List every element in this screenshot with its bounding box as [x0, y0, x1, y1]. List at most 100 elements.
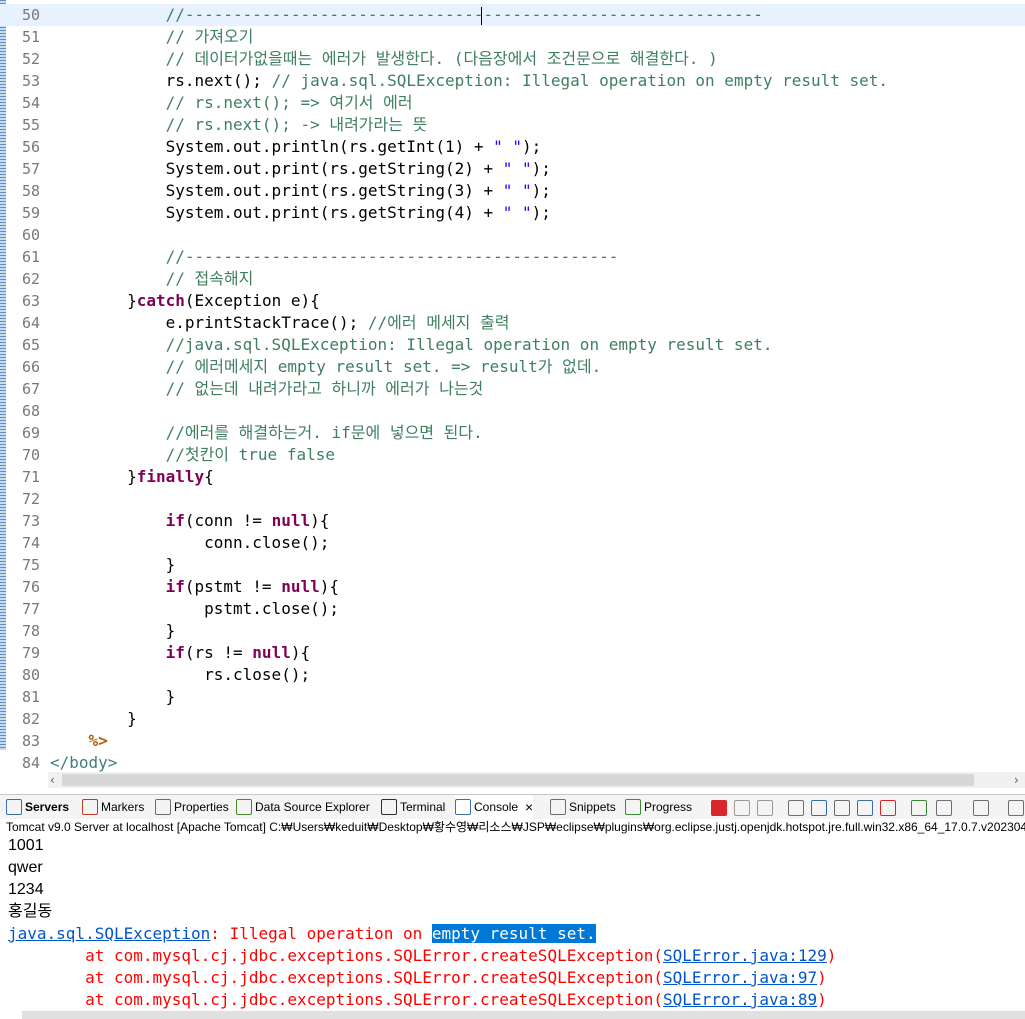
code-line[interactable]: 77 pstmt.close(); — [0, 598, 1025, 620]
tab-terminal[interactable]: Terminal — [381, 795, 445, 819]
code-line[interactable]: 66 // 에러메세지 empty result set. => result가… — [0, 356, 1025, 378]
show-console-on-error-icon[interactable] — [880, 800, 896, 816]
scroll-lock-icon[interactable] — [811, 800, 827, 816]
code-text[interactable]: if(rs != null){ — [50, 642, 311, 664]
code-line[interactable]: 76 if(pstmt != null){ — [0, 576, 1025, 598]
close-icon[interactable]: × — [525, 795, 533, 819]
code-text[interactable]: // 가져오기 — [50, 26, 254, 48]
code-text[interactable]: rs.next(); // java.sql.SQLException: Ill… — [50, 70, 888, 92]
code-text[interactable]: //--------------------------------------… — [50, 4, 763, 26]
code-text[interactable]: //에러를 해결하는거. if문에 넣으면 된다. — [50, 422, 483, 444]
code-text[interactable]: pstmt.close(); — [50, 598, 339, 620]
code-text[interactable]: } — [50, 686, 176, 708]
code-line[interactable]: 80 rs.close(); — [0, 664, 1025, 686]
code-text[interactable]: e.printStackTrace(); //에러 메세지 출력 — [50, 312, 510, 334]
code-text[interactable]: System.out.print(rs.getString(4) + " "); — [50, 202, 551, 224]
code-line[interactable]: 74 conn.close(); — [0, 532, 1025, 554]
code-line[interactable]: 61 //-----------------------------------… — [0, 246, 1025, 268]
remove-all-icon[interactable] — [757, 800, 773, 816]
code-line[interactable]: 84 </body> — [0, 752, 1025, 772]
word-wrap-icon[interactable] — [834, 800, 850, 816]
code-text[interactable]: %> — [50, 730, 108, 752]
code-line[interactable]: 67 // 없는데 내려가라고 하니까 에러가 나는것 — [0, 378, 1025, 400]
show-console-on-output-icon[interactable] — [857, 800, 873, 816]
code-text[interactable]: System.out.print(rs.getString(3) + " "); — [50, 180, 551, 202]
code-text[interactable]: conn.close(); — [50, 532, 329, 554]
code-text[interactable]: // 에러메세지 empty result set. => result가 없데… — [50, 356, 602, 378]
code-text[interactable]: rs.close(); — [50, 664, 310, 686]
code-text[interactable]: //첫칸이 true false — [50, 444, 335, 466]
code-text[interactable]: } — [50, 708, 137, 730]
console-output[interactable]: 1001 qwer 1234 홍길동 java.sql.SQLException: Il… — [8, 835, 1025, 1011]
code-line[interactable]: 54 // rs.next(); => 여기서 에러 — [0, 92, 1025, 114]
code-text[interactable]: //java.sql.SQLException: Illegal operati… — [50, 334, 773, 356]
code-line[interactable]: 50 //-----------------------------------… — [0, 4, 1025, 26]
code-text[interactable]: </body> — [50, 752, 117, 772]
open-console-icon[interactable] — [973, 800, 989, 816]
code-line[interactable]: 62 // 접속해지 — [0, 268, 1025, 290]
code-text[interactable]: }catch(Exception e){ — [50, 290, 320, 312]
code-line[interactable]: 57 System.out.print(rs.getString(2) + " … — [0, 158, 1025, 180]
code-line[interactable]: 71 }finally{ — [0, 466, 1025, 488]
stack-frame-link[interactable]: SQLError.java:129 — [663, 946, 827, 965]
tab-progress[interactable]: Progress — [625, 795, 692, 819]
view-menu-icon[interactable] — [1008, 800, 1024, 816]
code-line[interactable]: 81 } — [0, 686, 1025, 708]
tab-console[interactable]: Console × — [455, 795, 534, 819]
code-line[interactable]: 51 // 가져오기 — [0, 26, 1025, 48]
code-text[interactable]: // 데이터가없을때는 에러가 발생한다. (다음장에서 조건문으로 해결한다.… — [50, 48, 718, 70]
code-line[interactable]: 68 — [0, 400, 1025, 422]
pin-console-icon[interactable] — [911, 800, 927, 816]
scrollbar-thumb[interactable] — [62, 774, 974, 786]
tab-markers[interactable]: Markers — [82, 795, 144, 819]
exception-class-link[interactable]: java.sql.SQLException — [8, 924, 210, 943]
code-line[interactable]: 70 //첫칸이 true false — [0, 444, 1025, 466]
stack-frame-link[interactable]: SQLError.java:89 — [663, 990, 817, 1009]
code-text[interactable]: System.out.println(rs.getInt(1) + " "); — [50, 136, 542, 158]
remove-launch-icon[interactable] — [734, 800, 750, 816]
tab-snippets[interactable]: Snippets — [550, 795, 616, 819]
code-line[interactable]: 58 System.out.print(rs.getString(3) + " … — [0, 180, 1025, 202]
code-text[interactable]: // rs.next(); => 여기서 에러 — [50, 92, 413, 114]
editor-lines[interactable]: 50 //-----------------------------------… — [0, 4, 1025, 772]
tab-properties[interactable]: Properties — [155, 795, 229, 819]
clear-console-icon[interactable] — [788, 800, 804, 816]
code-text[interactable]: // 없는데 내려가라고 하니까 에러가 나는것 — [50, 378, 484, 400]
code-text[interactable]: System.out.print(rs.getString(2) + " "); — [50, 158, 551, 180]
code-line[interactable]: 53 rs.next(); // java.sql.SQLException: … — [0, 70, 1025, 92]
console-horizontal-scrollbar[interactable] — [22, 1011, 1025, 1019]
code-text[interactable]: } — [50, 554, 176, 576]
code-line[interactable]: 79 if(rs != null){ — [0, 642, 1025, 664]
code-line[interactable]: 59 System.out.print(rs.getString(4) + " … — [0, 202, 1025, 224]
display-console-icon[interactable] — [936, 800, 952, 816]
code-line[interactable]: 83 %> — [0, 730, 1025, 752]
code-text[interactable]: // 접속해지 — [50, 268, 254, 290]
code-text[interactable]: if(pstmt != null){ — [50, 576, 339, 598]
selected-text[interactable]: empty result set. — [431, 924, 596, 943]
code-text[interactable]: if(conn != null){ — [50, 510, 330, 532]
editor-horizontal-scrollbar[interactable]: ‹ › — [48, 772, 1025, 788]
code-line[interactable]: 63 }catch(Exception e){ — [0, 290, 1025, 312]
code-line[interactable]: 55 // rs.next(); -> 내려가라는 뜻 — [0, 114, 1025, 136]
scroll-right-icon[interactable]: › — [1014, 772, 1019, 788]
code-line[interactable]: 64 e.printStackTrace(); //에러 메세지 출력 — [0, 312, 1025, 334]
code-text[interactable]: } — [50, 620, 176, 642]
code-line[interactable]: 52 // 데이터가없을때는 에러가 발생한다. (다음장에서 조건문으로 해결… — [0, 48, 1025, 70]
terminate-icon[interactable] — [711, 800, 727, 816]
tab-data-source-explorer[interactable]: Data Source Explorer — [236, 795, 370, 819]
code-text[interactable]: // rs.next(); -> 내려가라는 뜻 — [50, 114, 428, 136]
code-line[interactable]: 78 } — [0, 620, 1025, 642]
scroll-left-icon[interactable]: ‹ — [50, 772, 55, 788]
code-line[interactable]: 56 System.out.println(rs.getInt(1) + " "… — [0, 136, 1025, 158]
code-line[interactable]: 60 — [0, 224, 1025, 246]
code-line[interactable]: 72 — [0, 488, 1025, 510]
code-line[interactable]: 73 if(conn != null){ — [0, 510, 1025, 532]
code-line[interactable]: 82 } — [0, 708, 1025, 730]
code-editor[interactable]: 50 //-----------------------------------… — [0, 0, 1025, 772]
code-line[interactable]: 75 } — [0, 554, 1025, 576]
code-line[interactable]: 65 //java.sql.SQLException: Illegal oper… — [0, 334, 1025, 356]
tab-servers[interactable]: Servers — [6, 795, 69, 819]
code-line[interactable]: 69 //에러를 해결하는거. if문에 넣으면 된다. — [0, 422, 1025, 444]
code-text[interactable]: }finally{ — [50, 466, 214, 488]
code-text[interactable]: //--------------------------------------… — [50, 246, 619, 268]
